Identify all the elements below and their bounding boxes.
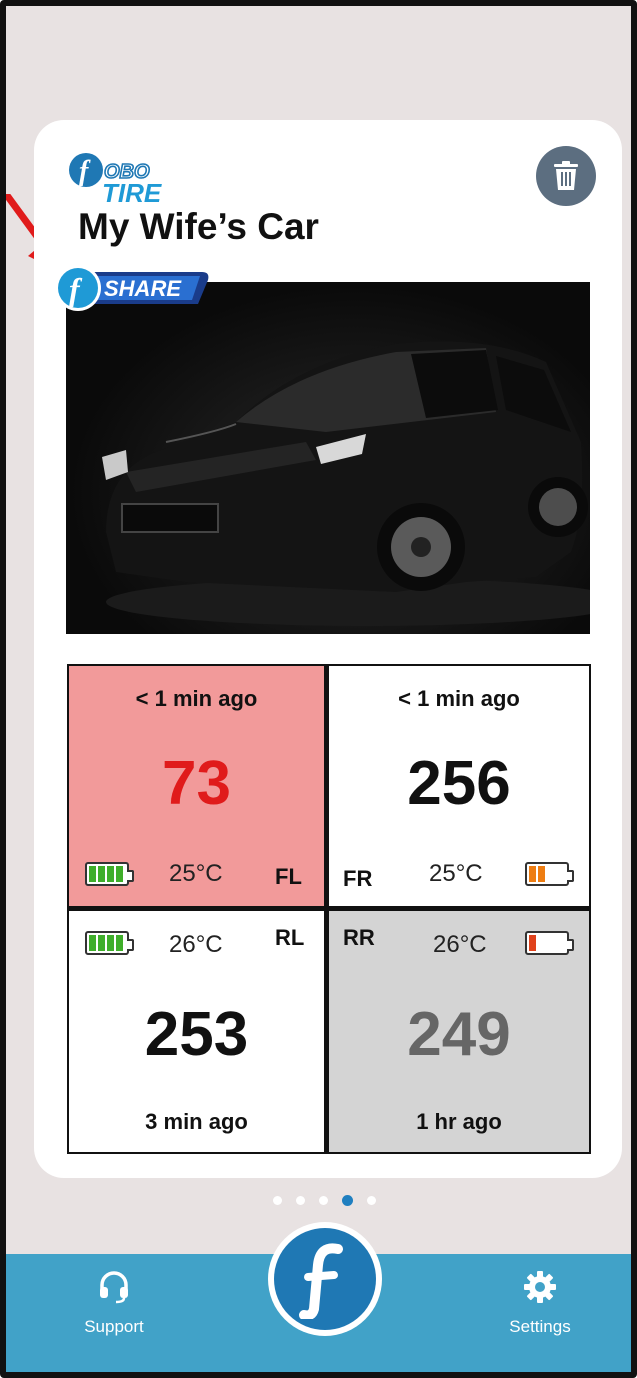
tire-pressure-value: 253: [144, 1000, 249, 1069]
battery-icon: [85, 931, 134, 955]
support-tab[interactable]: Support: [64, 1270, 164, 1337]
headset-icon: [100, 1271, 128, 1304]
tire-pressure-value: 256: [407, 749, 511, 818]
home-fobo-button[interactable]: [268, 1222, 382, 1336]
page-dot[interactable]: [319, 1196, 328, 1206]
tire-position-label: RL: [275, 925, 305, 950]
app-screen: f OBO TIRE My Wife’s Car SHARE f < 1 min…: [0, 0, 637, 1378]
tire-cell-rear-left[interactable]: 26°C RL 253 3 min ago: [69, 911, 324, 1152]
battery-icon: [85, 862, 134, 886]
battery-icon: [525, 862, 574, 886]
support-label: Support: [84, 1317, 144, 1336]
tire-cell-front-right[interactable]: < 1 min ago 256 FR 25°C: [329, 666, 589, 906]
tire-updated-time: < 1 min ago: [135, 686, 258, 711]
settings-label: Settings: [509, 1317, 571, 1336]
tire-temperature: 25°C: [169, 860, 223, 887]
tire-temperature: 25°C: [429, 860, 483, 887]
page-dot[interactable]: [367, 1196, 376, 1206]
page-indicator[interactable]: [6, 1192, 631, 1208]
tire-updated-time: 1 hr ago: [416, 1109, 502, 1134]
vehicle-photo: [66, 282, 590, 634]
fobo-logo-icon: [274, 1228, 376, 1330]
gear-icon: [524, 1271, 556, 1303]
vehicle-card[interactable]: f OBO TIRE My Wife’s Car SHARE f < 1 min…: [34, 120, 622, 1178]
tire-cell-front-left[interactable]: < 1 min ago 73 25°C FL: [69, 666, 324, 906]
car-image: [102, 341, 590, 626]
battery-icon: [525, 931, 574, 955]
tire-cell-rear-right[interactable]: RR 26°C 249 1 hr ago: [329, 911, 589, 1152]
tire-temperature: 26°C: [433, 931, 487, 958]
tire-temperature: 26°C: [169, 931, 223, 958]
tire-updated-time: 3 min ago: [145, 1109, 248, 1134]
trash-icon: [554, 161, 578, 190]
tire-position-label: RR: [343, 925, 375, 950]
grid-divider-horizontal: [69, 906, 589, 911]
settings-tab[interactable]: Settings: [490, 1270, 590, 1337]
delete-vehicle-button[interactable]: [536, 146, 596, 206]
tire-pressure-value: 73: [162, 749, 231, 818]
tire-position-label: FR: [343, 866, 373, 891]
tire-updated-time: < 1 min ago: [398, 686, 520, 711]
fobo-tire-logo: f OBO TIRE: [69, 153, 162, 208]
page-dot[interactable]: [296, 1196, 305, 1206]
tire-pressure-value: 249: [407, 1000, 511, 1069]
tire-pressure-grid: < 1 min ago 73 25°C FL < 1 min ago 256 F…: [67, 664, 591, 1154]
logo-tire-text: TIRE: [102, 178, 162, 208]
page-dot[interactable]: [273, 1196, 282, 1206]
vehicle-name: My Wife’s Car: [78, 206, 319, 247]
tire-position-label: FL: [275, 864, 302, 889]
page-dot[interactable]: [342, 1195, 353, 1207]
share-badge[interactable]: SHARE f: [52, 260, 212, 312]
share-label: SHARE: [104, 276, 182, 301]
